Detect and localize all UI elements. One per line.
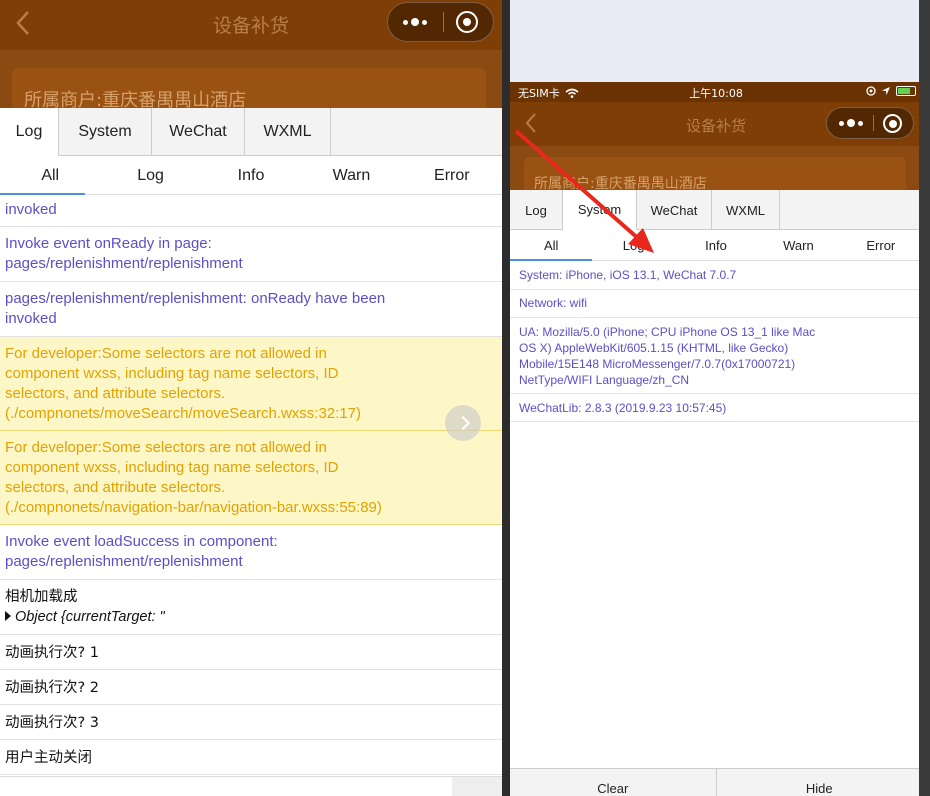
log-text: 用户主动关闭 bbox=[5, 750, 92, 766]
tab-log[interactable]: Log bbox=[510, 190, 563, 230]
system-item: Network: wifi bbox=[510, 290, 922, 318]
filter-log[interactable]: Log bbox=[592, 231, 674, 260]
log-item: Invoke event loadSuccess in component: p… bbox=[0, 525, 502, 580]
system-item: UA: Mozilla/5.0 (iPhone; CPU iPhone OS 1… bbox=[510, 318, 922, 394]
floating-next-button[interactable] bbox=[445, 405, 481, 441]
system-text: NetType/WIFI Language/zh_CN bbox=[519, 373, 690, 387]
tab-wechat[interactable]: WeChat bbox=[152, 108, 245, 156]
system-item: WeChatLib: 2.8.3 (2019.9.23 10:57:45) bbox=[510, 394, 922, 422]
system-text: Network: wifi bbox=[519, 296, 588, 310]
battery-icon bbox=[896, 86, 916, 96]
log-filters: All Log Info Warn Error bbox=[510, 231, 922, 261]
log-text: invoked bbox=[5, 201, 57, 218]
log-text: 相机加载成 bbox=[5, 589, 78, 605]
log-list[interactable]: invoked Invoke event onReady in page: pa… bbox=[0, 195, 502, 795]
log-item: 用户主动关闭 bbox=[0, 740, 502, 775]
filter-warn[interactable]: Warn bbox=[301, 157, 401, 194]
bottom-bar bbox=[0, 776, 502, 796]
log-text: component wxss, including tag name selec… bbox=[5, 365, 339, 382]
vconsole-panel: Log System WeChat WXML All Log Info Warn… bbox=[0, 108, 502, 796]
tab-log[interactable]: Log bbox=[0, 108, 59, 156]
object-preview: Object {currentTarget: " bbox=[15, 609, 165, 625]
lock-rotation-icon bbox=[866, 86, 876, 96]
log-item: pages/replenishment/replenishment: onRea… bbox=[0, 282, 502, 337]
system-text: OS X) AppleWebKit/605.1.15 (KHTML, like … bbox=[519, 341, 789, 355]
right-panel: 无SIM卡 上午10:08 设备补货 所属商户:重庆番禺禺山酒店 Log Sys… bbox=[510, 0, 922, 796]
warn-item: For developer:Some selectors are not all… bbox=[0, 431, 502, 525]
log-item: 动画执行次? 1 bbox=[0, 635, 502, 670]
vconsole-tabs: Log System WeChat WXML bbox=[0, 108, 502, 156]
log-text: selectors, and attribute selectors. bbox=[5, 479, 226, 496]
object-expander[interactable]: Object {currentTarget: " bbox=[5, 607, 497, 627]
log-text: pages/replenishment/replenishment bbox=[5, 255, 243, 272]
tab-wxml[interactable]: WXML bbox=[712, 190, 780, 230]
filter-all[interactable]: All bbox=[0, 157, 100, 195]
log-text: (./compnonets/navigation-bar/navigation-… bbox=[5, 499, 382, 516]
navigation-bar: 设备补货 bbox=[0, 0, 502, 50]
location-icon bbox=[882, 87, 890, 95]
log-text: (./compnonets/moveSearch/moveSearch.wxss… bbox=[5, 405, 361, 422]
filter-warn[interactable]: Warn bbox=[757, 231, 839, 260]
capsule-divider bbox=[443, 12, 444, 32]
log-filters: All Log Info Warn Error bbox=[0, 157, 502, 195]
more-icon[interactable] bbox=[839, 108, 863, 138]
log-text: component wxss, including tag name selec… bbox=[5, 459, 339, 476]
log-text: 动画执行次? 2 bbox=[5, 680, 100, 696]
filter-info[interactable]: Info bbox=[201, 157, 301, 194]
filter-all[interactable]: All bbox=[510, 231, 593, 261]
expand-triangle-icon[interactable] bbox=[5, 611, 11, 621]
log-text: pages/replenishment/replenishment: onRea… bbox=[5, 290, 386, 307]
tab-wechat[interactable]: WeChat bbox=[637, 190, 712, 230]
log-text: invoked bbox=[5, 310, 57, 327]
clock: 上午10:08 bbox=[689, 87, 743, 100]
log-text: Invoke event onReady in page: bbox=[5, 235, 212, 252]
screenshot-root: 设备补货 所属商户:重庆番禺禺山酒店 Log System WeChat WXM… bbox=[0, 0, 930, 796]
log-text: 动画执行次? 1 bbox=[5, 645, 100, 661]
log-item: 相机加载成 Object {currentTarget: " bbox=[0, 580, 502, 635]
log-text: 动画执行次? 3 bbox=[5, 715, 100, 731]
log-item: invoked bbox=[0, 195, 502, 227]
tab-system[interactable]: System bbox=[59, 108, 152, 156]
log-item: 动画执行次? 2 bbox=[0, 670, 502, 705]
panel-divider bbox=[502, 0, 510, 796]
right-edge bbox=[919, 0, 930, 796]
close-miniprogram-icon[interactable] bbox=[883, 114, 902, 133]
status-icons bbox=[866, 86, 916, 96]
vconsole-panel: Log System WeChat WXML All Log Info Warn… bbox=[510, 190, 922, 796]
system-text: WeChatLib: 2.8.3 (2019.9.23 10:57:45) bbox=[519, 401, 727, 415]
capsule-menu bbox=[826, 107, 914, 139]
left-panel: 设备补货 所属商户:重庆番禺禺山酒店 Log System WeChat WXM… bbox=[0, 0, 502, 796]
hide-button[interactable]: Hide bbox=[715, 769, 923, 796]
tab-wxml[interactable]: WXML bbox=[245, 108, 331, 156]
log-item: 动画执行次? 3 bbox=[0, 705, 502, 740]
system-text: System: iPhone, iOS 13.1, WeChat 7.0.7 bbox=[519, 268, 737, 282]
log-text: Invoke event loadSuccess in component: bbox=[5, 533, 278, 550]
filter-info[interactable]: Info bbox=[675, 231, 757, 260]
close-miniprogram-icon[interactable] bbox=[456, 11, 478, 33]
log-item: Invoke event onReady in page: pages/repl… bbox=[0, 227, 502, 282]
filter-error[interactable]: Error bbox=[402, 157, 502, 194]
capsule-divider bbox=[873, 115, 874, 131]
system-text: Mobile/15E148 MicroMessenger/7.0.7(0x170… bbox=[519, 357, 796, 371]
log-text: For developer:Some selectors are not all… bbox=[5, 439, 327, 456]
log-text: For developer:Some selectors are not all… bbox=[5, 345, 327, 362]
more-icon[interactable] bbox=[403, 3, 427, 41]
navigation-bar: 设备补货 bbox=[510, 102, 922, 146]
warn-item: For developer:Some selectors are not all… bbox=[0, 337, 502, 431]
vconsole-tabs: Log System WeChat WXML bbox=[510, 190, 922, 230]
clear-button[interactable]: Clear bbox=[510, 769, 716, 796]
status-bar: 无SIM卡 上午10:08 bbox=[510, 82, 922, 102]
console-footer: Clear Hide bbox=[510, 768, 922, 796]
log-text: selectors, and attribute selectors. bbox=[5, 385, 226, 402]
tab-system[interactable]: System bbox=[563, 190, 637, 230]
bottom-button[interactable] bbox=[452, 777, 502, 796]
filter-error[interactable]: Error bbox=[840, 231, 922, 260]
system-text: UA: Mozilla/5.0 (iPhone; CPU iPhone OS 1… bbox=[519, 325, 816, 339]
system-item: System: iPhone, iOS 13.1, WeChat 7.0.7 bbox=[510, 262, 922, 290]
capsule-menu bbox=[387, 2, 494, 42]
log-text: pages/replenishment/replenishment bbox=[5, 553, 243, 570]
filter-log[interactable]: Log bbox=[100, 157, 200, 194]
